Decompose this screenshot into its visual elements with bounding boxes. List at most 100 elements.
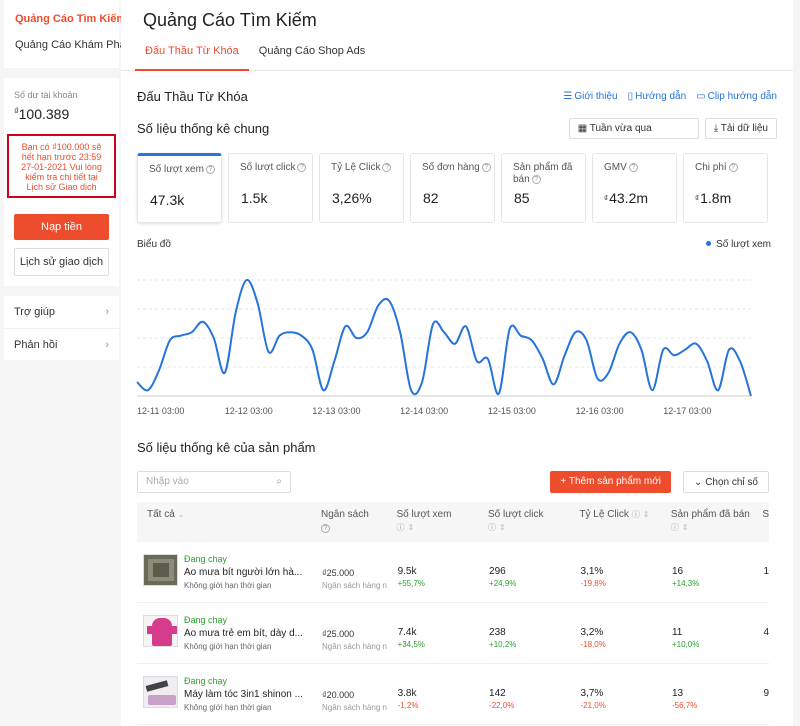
col-items-sold[interactable]: Sản phẩm đã bánⓘ⇕ bbox=[671, 502, 762, 542]
help-icon: ? bbox=[629, 163, 638, 172]
help-icon: ⓘ bbox=[397, 523, 405, 532]
status-badge: Đang chạy bbox=[184, 615, 322, 625]
page-title: Quảng Cáo Tìm Kiếm bbox=[121, 0, 793, 31]
help-icon: ? bbox=[532, 175, 541, 184]
budget-value: ₫20.000 bbox=[322, 690, 398, 700]
x-tick-label: 12-13 03:00 bbox=[312, 406, 360, 416]
sort-icon: ⇕ bbox=[682, 523, 689, 532]
section-header: Đấu Thầu Từ Khóa ☰Giới thiệu ▯Hướng dẫn … bbox=[121, 89, 793, 104]
expiry-alert: Bạn có ₫100.000 sẽ hết hạn trước 23:59 2… bbox=[7, 134, 116, 198]
ctr-change: -18,0% bbox=[581, 640, 672, 649]
views-line-chart: 12-11 03:0012-12 03:0012-13 03:0012-14 0… bbox=[131, 270, 761, 420]
x-tick-label: 12-11 03:00 bbox=[137, 406, 184, 416]
budget-value: ₫25.000 bbox=[322, 629, 398, 639]
metric-card-cost[interactable]: Chi phí? ₫1.8m bbox=[683, 153, 768, 223]
nav-discovery-ads[interactable]: Quảng Cáo Khám Phá bbox=[4, 32, 119, 58]
col-ctr[interactable]: Tỷ Lệ Clickⓘ⇕ bbox=[579, 502, 670, 542]
views-change: -1,2% bbox=[398, 701, 489, 710]
metric-card-views[interactable]: Số lượt xem? 47.3k bbox=[137, 153, 222, 223]
balance-panel: Số dư tài khoản ₫100.389 Bạn có ₫100.000… bbox=[4, 78, 119, 286]
book-icon: ▯ bbox=[628, 91, 634, 102]
col-views[interactable]: Số lượt xemⓘ⇕ bbox=[397, 502, 488, 542]
product-table: Tất cả⌄ Ngân sách? Số lượt xemⓘ⇕ Số lượt… bbox=[137, 502, 769, 725]
topup-button[interactable]: Nạp tiền bbox=[14, 214, 109, 240]
stats-header: Số liệu thống kê chung ▦ Tuần vừa qua ⤓ … bbox=[121, 118, 793, 139]
sold-change: +10,0% bbox=[672, 640, 763, 649]
help-icon: ? bbox=[297, 163, 306, 172]
add-product-button[interactable]: + Thêm sản phẩm mới bbox=[550, 471, 671, 493]
product-name[interactable]: Máy làm tóc 3in1 shinon ... bbox=[184, 689, 322, 700]
status-badge: Đang chạy bbox=[184, 554, 322, 564]
list-icon: ☰ bbox=[563, 91, 572, 102]
tab-shop-ads[interactable]: Quảng Cáo Shop Ads bbox=[249, 41, 375, 71]
metric-card-clicks[interactable]: Số lượt click? 1.5k bbox=[228, 153, 313, 223]
product-thumbnail bbox=[143, 615, 178, 647]
x-tick-label: 12-17 03:00 bbox=[663, 406, 711, 416]
table-row[interactable]: Đang chạy Áo mưa trẻ em bít, dày d... Kh… bbox=[137, 603, 769, 664]
clip-guide-link[interactable]: ▭Clip hướng dẫn bbox=[696, 91, 777, 102]
budget-type: Ngân sách hàng n bbox=[322, 703, 388, 712]
product-search-input[interactable]: Nhập vào⌕ bbox=[137, 471, 291, 493]
col-clicks[interactable]: Số lượt clickⓘ⇕ bbox=[488, 502, 579, 542]
sort-icon: ⇕ bbox=[499, 523, 506, 532]
metric-card-orders[interactable]: Số đơn hàng? 82 bbox=[410, 153, 495, 223]
product-thumbnail bbox=[143, 676, 178, 708]
views-value: 3.8k bbox=[398, 688, 489, 699]
sold-value: 16 bbox=[672, 566, 763, 577]
guide-link[interactable]: ▯Hướng dẫn bbox=[628, 91, 687, 102]
table-row[interactable]: Đang chạy Máy làm tóc 3in1 shinon ... Kh… bbox=[137, 664, 769, 725]
clicks-value: 238 bbox=[489, 627, 580, 638]
feedback-item[interactable]: Phản hồi› bbox=[4, 329, 119, 361]
metric-card-items-sold[interactable]: Sản phẩm đã bán? 85 bbox=[501, 153, 586, 223]
metric-card-gmv[interactable]: GMV? ₫43.2m bbox=[592, 153, 677, 223]
product-duration: Không giới hạn thời gian bbox=[184, 703, 322, 712]
col-more[interactable]: S bbox=[762, 502, 769, 542]
x-tick-label: 12-14 03:00 bbox=[400, 406, 448, 416]
views-change: +34,5% bbox=[398, 640, 489, 649]
product-name[interactable]: Áo mưa trẻ em bít, dày d... bbox=[184, 628, 322, 639]
ctr-value: 3,7% bbox=[581, 688, 672, 699]
transaction-history-button[interactable]: Lịch sử giao dịch bbox=[14, 248, 109, 276]
table-row[interactable]: Đang chạy Áo mưa bít người lớn hà... Khô… bbox=[137, 542, 769, 603]
download-data-button[interactable]: ⤓ Tải dữ liệu bbox=[705, 118, 777, 139]
views-value: 7.4k bbox=[398, 627, 489, 638]
calendar-icon: ▦ bbox=[578, 123, 590, 134]
more-value: 4 bbox=[763, 627, 769, 638]
chevron-down-icon: ⌄ bbox=[178, 510, 185, 519]
clicks-change: +10,2% bbox=[489, 640, 580, 649]
search-icon: ⌕ bbox=[276, 476, 282, 488]
clicks-change: +24,9% bbox=[489, 579, 580, 588]
chart-header: Biểu đồ Số lượt xem bbox=[121, 239, 793, 250]
more-value: 9 bbox=[763, 688, 769, 699]
help-icon: ⓘ bbox=[488, 523, 496, 532]
video-icon: ▭ bbox=[696, 91, 705, 102]
tab-keyword-bidding[interactable]: Đấu Thầu Từ Khóa bbox=[135, 41, 249, 71]
product-thumbnail bbox=[143, 554, 178, 586]
col-budget: Ngân sách? bbox=[321, 502, 397, 542]
product-duration: Không giới hạn thời gian bbox=[184, 581, 322, 590]
sort-icon: ⇕ bbox=[643, 510, 650, 519]
help-item[interactable]: Trợ giúp› bbox=[4, 296, 119, 329]
clicks-change: -22,0% bbox=[489, 701, 580, 710]
metric-card-ctr[interactable]: Tỷ Lệ Click? 3,26% bbox=[319, 153, 404, 223]
date-range-picker[interactable]: ▦ Tuần vừa qua bbox=[569, 118, 699, 139]
more-value: 1 bbox=[763, 566, 769, 577]
budget-value: ₫25.000 bbox=[322, 568, 398, 578]
sold-change: +14,3% bbox=[672, 579, 763, 588]
legend-dot bbox=[706, 241, 711, 246]
ctr-change: -21,0% bbox=[581, 701, 672, 710]
table-header: Tất cả⌄ Ngân sách? Số lượt xemⓘ⇕ Số lượt… bbox=[137, 502, 769, 542]
ctr-value: 3,2% bbox=[581, 627, 672, 638]
nav-search-ads[interactable]: Quảng Cáo Tìm Kiếm bbox=[4, 6, 119, 32]
product-filter-row: Nhập vào⌕ + Thêm sản phẩm mới ⌄ Chọn chỉ… bbox=[137, 471, 769, 493]
col-all[interactable]: Tất cả⌄ bbox=[137, 502, 321, 542]
help-icon: ⓘ bbox=[671, 523, 679, 532]
sold-change: -56,7% bbox=[672, 701, 763, 710]
choose-metrics-button[interactable]: ⌄ Chọn chỉ số bbox=[683, 471, 769, 493]
product-name[interactable]: Áo mưa bít người lớn hà... bbox=[184, 567, 322, 578]
help-icon: ? bbox=[482, 163, 491, 172]
intro-link[interactable]: ☰Giới thiệu bbox=[563, 91, 617, 102]
chart-legend[interactable]: Số lượt xem bbox=[706, 239, 771, 250]
budget-type: Ngân sách hàng n bbox=[322, 642, 388, 651]
product-duration: Không giới hạn thời gian bbox=[184, 642, 322, 651]
